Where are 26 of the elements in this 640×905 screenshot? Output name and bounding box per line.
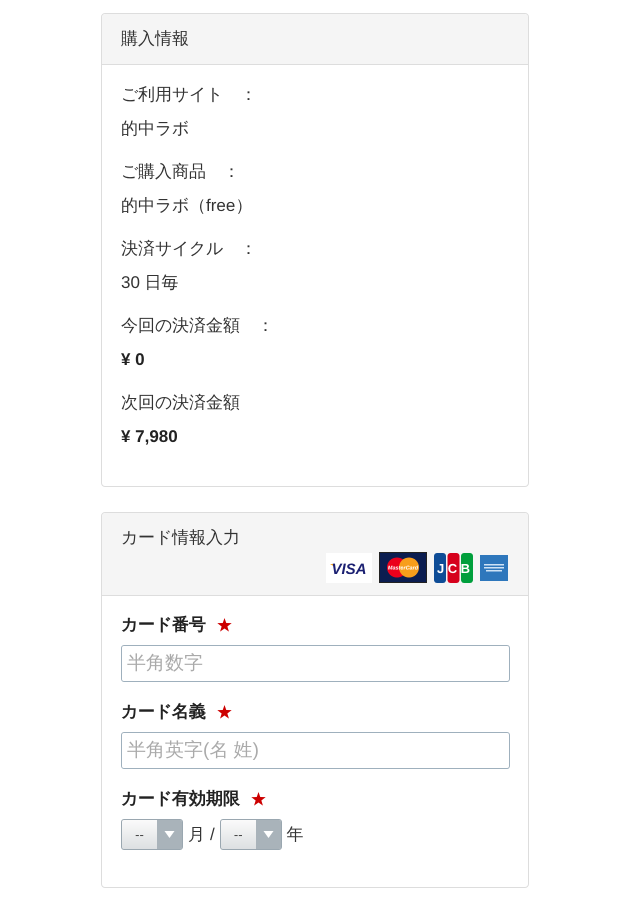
date-separator-text: / [210, 824, 215, 846]
info-value: 30 日毎 [121, 272, 180, 294]
info-value: ¥ 0 [121, 349, 146, 371]
card-logo-icon: VISA [326, 552, 372, 582]
caret-icon [256, 820, 281, 849]
field-label: カード名義 [121, 701, 206, 723]
month-select[interactable]: -- [121, 819, 183, 850]
year-select[interactable]: -- [220, 819, 282, 850]
text-input-field[interactable]: 半角英字(名 姓) [121, 732, 510, 769]
text-input-field[interactable]: 半角数字 [121, 645, 510, 682]
info-label: 決済サイクル ： [121, 238, 258, 260]
field-label: カード番号 [121, 614, 206, 636]
info-value: 的中ラボ（free） [121, 195, 254, 217]
info-label: ご購入商品 ： [121, 161, 241, 183]
caret-icon [157, 820, 182, 849]
info-value: ¥ 7,980 [121, 426, 179, 448]
info-label: 今回の決済金額 ： [121, 315, 275, 337]
card-logo-icon [480, 554, 508, 580]
info-value: 的中ラボ [121, 118, 190, 140]
year-unit-text: 年 [286, 824, 304, 846]
info-label: ご利用サイト ： [121, 84, 258, 106]
month-unit-text: 月 [188, 824, 205, 846]
panel-title: 購入情報 [121, 28, 189, 50]
field-label: カード有効期限 [121, 788, 240, 810]
panel-title: カード情報入力 [121, 527, 241, 549]
info-label: 次回の決済金額 [121, 392, 241, 414]
